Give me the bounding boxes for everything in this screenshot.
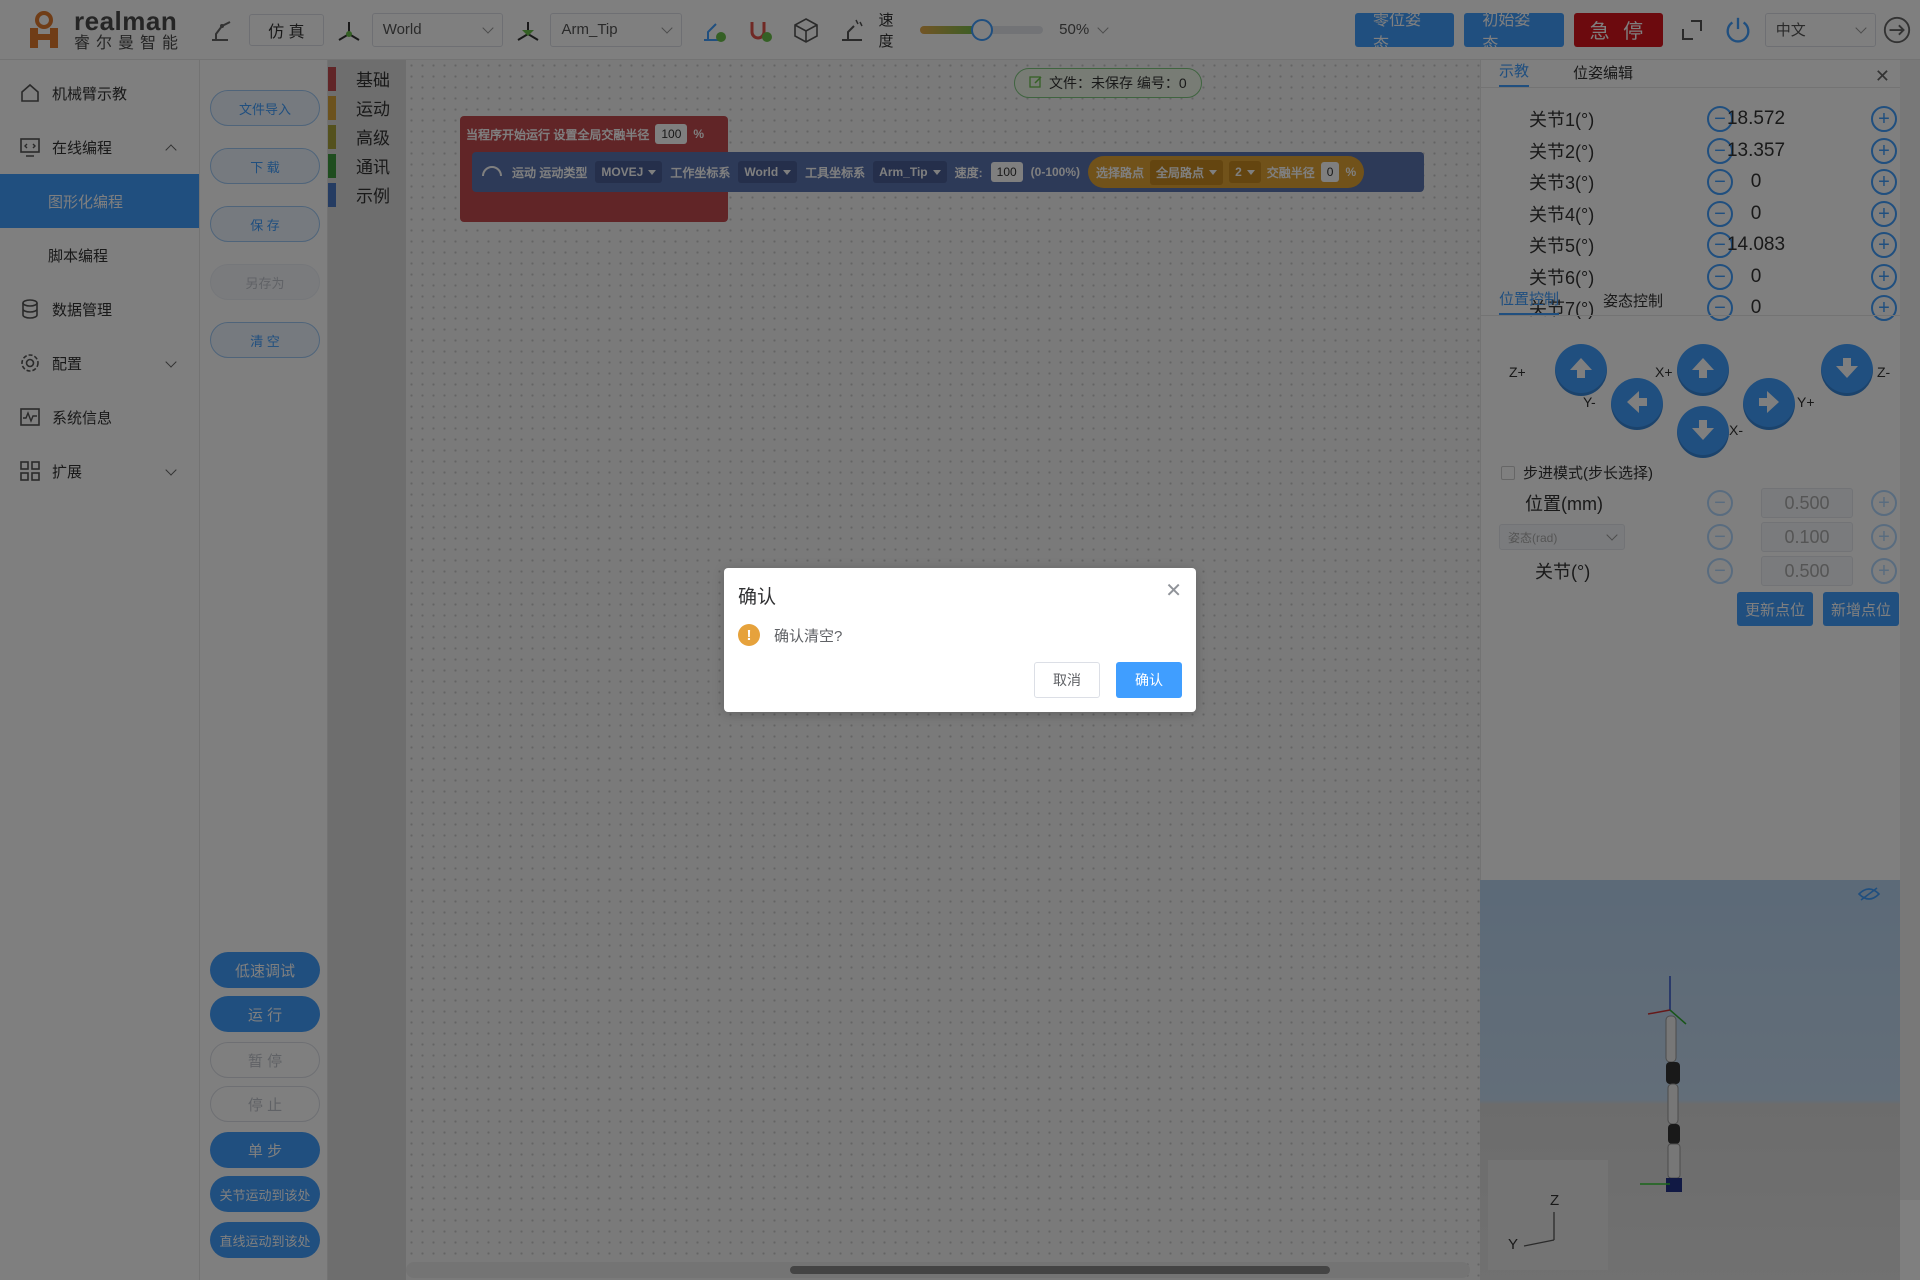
confirm-button[interactable]: 确认 [1116, 662, 1182, 698]
dialog-message: 确认清空? [774, 627, 843, 645]
close-icon[interactable]: ✕ [1165, 578, 1182, 603]
cancel-button[interactable]: 取消 [1034, 662, 1100, 698]
dialog-title: 确认 [738, 587, 777, 608]
confirm-dialog: 确认 ✕ ! 确认清空? 取消 确认 [724, 568, 1196, 712]
warning-icon: ! [738, 624, 760, 646]
